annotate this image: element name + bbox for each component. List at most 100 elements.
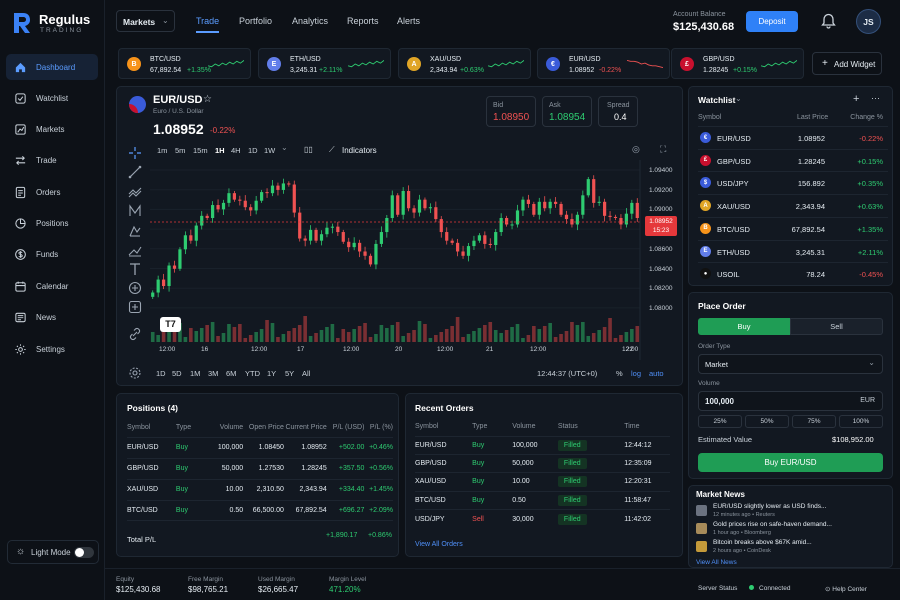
market-select[interactable]: Markets ⌄	[116, 10, 175, 32]
ask-box[interactable]: Ask 1.08954	[542, 96, 592, 127]
percent-toggle[interactable]: %	[616, 369, 623, 378]
light-mode-switch[interactable]	[74, 547, 94, 558]
timeframe-4h[interactable]: 4H	[231, 146, 241, 155]
measure-tool-icon[interactable]	[128, 243, 142, 257]
news-item[interactable]: Bitcoin breaks above $67K amid... 2 hours…	[696, 539, 886, 556]
tab-alerts[interactable]: Alerts	[397, 16, 420, 26]
table-row[interactable]: XAU/USD Buy 10.00 Filled 12:20:31	[415, 472, 670, 491]
ticker-card[interactable]: B BTC/USD 67,892.54 +1.35%	[118, 48, 251, 79]
add-annotation-icon[interactable]	[128, 281, 142, 295]
watchlist-row[interactable]: £ GBP/USD 1.28245 +0.15%	[698, 148, 888, 172]
table-row[interactable]: EUR/USD Buy 100,000 1.08450 1.08952 +502.00 +0…	[127, 437, 393, 458]
avatar[interactable]: JS	[856, 9, 881, 34]
volume-preset-button[interactable]: 25%	[698, 415, 742, 428]
view-all-orders-link[interactable]: View All Orders	[415, 541, 463, 548]
log-toggle[interactable]: log	[631, 369, 641, 378]
volume-preset-button[interactable]: 75%	[792, 415, 836, 428]
fullscreen-icon[interactable]: ⛶	[660, 144, 666, 155]
watchlist-row[interactable]: $ USD/JPY 156.892 +0.35%	[698, 171, 888, 194]
range-all[interactable]: All	[302, 369, 310, 378]
sidebar-item-settings[interactable]: Settings	[6, 336, 98, 362]
news-item[interactable]: Gold prices rise on safe-haven demand...…	[696, 521, 886, 538]
volume-input[interactable]: 100,000 EUR	[698, 391, 883, 411]
ticker-card[interactable]: A XAU/USD 2,343.94 +0.63%	[398, 48, 531, 79]
ticker-card[interactable]: E ETH/USD 3,245.31 +2.11%	[258, 48, 391, 79]
table-row[interactable]: USD/JPY Sell 30,000 Filled 11:42:02	[415, 509, 670, 528]
watchlist-row[interactable]: ● USOIL 78.24 -0.45%	[698, 262, 888, 285]
sidebar-item-news[interactable]: News	[6, 304, 98, 330]
watchlist-row[interactable]: B BTC/USD 67,892.54 +1.35%	[698, 216, 888, 240]
zoom-tool-icon[interactable]	[128, 300, 142, 314]
sidebar-item-orders[interactable]: Orders	[6, 179, 98, 205]
sidebar-item-positions[interactable]: Positions	[6, 210, 98, 236]
watchlist-row[interactable]: A XAU/USD 2,343.94 +0.63%	[698, 194, 888, 217]
timeframe-5m[interactable]: 5m	[175, 146, 185, 155]
range-ytd[interactable]: YTD	[245, 369, 260, 378]
range-3m[interactable]: 3M	[208, 369, 218, 378]
pattern-tool-icon[interactable]	[128, 204, 142, 218]
timeframe-1m[interactable]: 1m	[157, 146, 167, 155]
crosshair-tool-icon[interactable]	[128, 146, 142, 160]
tab-analytics[interactable]: Analytics	[292, 16, 328, 26]
submit-order-button[interactable]: Buy EUR/USD	[698, 453, 883, 472]
channel-tool-icon[interactable]	[128, 185, 142, 199]
volume-preset-button[interactable]: 100%	[839, 415, 883, 428]
tab-portfolio[interactable]: Portfolio	[239, 16, 272, 26]
tab-reports[interactable]: Reports	[347, 16, 379, 26]
order-type-select[interactable]: Market ⌄	[698, 354, 883, 374]
add-symbol-icon[interactable]: +	[853, 93, 859, 105]
ticker-card[interactable]: £ GBP/USD 1.28245 +0.15%	[671, 48, 804, 79]
sidebar-item-dashboard[interactable]: Dashboard	[6, 54, 98, 80]
auto-toggle[interactable]: auto	[649, 369, 664, 378]
table-row[interactable]: EUR/USD Buy 100,000 Filled 12:44:12	[415, 436, 670, 454]
news-item[interactable]: EUR/USD slightly lower as USD finds... 12…	[696, 503, 886, 520]
bell-icon[interactable]	[821, 13, 836, 29]
more-options-icon[interactable]: ···	[871, 93, 880, 103]
price-chart[interactable]	[150, 160, 678, 360]
table-row[interactable]: XAU/USD Buy 10.00 2,310.50 2,343.94 +334.40 +1…	[127, 479, 393, 500]
range-5y[interactable]: 5Y	[285, 369, 294, 378]
sidebar-item-watchlist[interactable]: Watchlist	[6, 85, 98, 111]
watchlist-row[interactable]: € EUR/USD 1.08952 -0.22%	[698, 126, 888, 149]
table-row[interactable]: BTC/USD Buy 0.50 66,500.00 67,892.54 +696.27 +…	[127, 500, 393, 521]
watchlist-row[interactable]: E ETH/USD 3,245.31 +2.11%	[698, 239, 888, 263]
sell-side-button[interactable]: Sell	[790, 318, 883, 335]
ticker-card[interactable]: € EUR/USD 1.08952 -0.22%	[537, 48, 670, 79]
timeframe-1h[interactable]: 1H	[215, 146, 225, 155]
help-center-link[interactable]: ⊙ Help Center	[825, 585, 867, 593]
candle-type-icon[interactable]: ▯▯	[304, 145, 313, 154]
sidebar-item-markets[interactable]: Markets	[6, 116, 98, 142]
chevron-down-icon[interactable]: ⌄	[735, 94, 742, 103]
sidebar-item-trade[interactable]: Trade	[6, 147, 98, 173]
range-1y[interactable]: 1Y	[267, 369, 276, 378]
star-icon[interactable]: ☆	[203, 94, 212, 105]
table-row[interactable]: GBP/USD Buy 50,000 1.27530 1.28245 +357.50 +0.…	[127, 458, 393, 479]
timeframe-1w[interactable]: 1W	[264, 146, 275, 155]
text-tool-icon[interactable]	[128, 262, 142, 276]
tab-trade[interactable]: Trade	[196, 16, 219, 26]
range-6m[interactable]: 6M	[226, 369, 236, 378]
settings-wheel-icon[interactable]	[128, 366, 142, 380]
sidebar-item-calendar[interactable]: Calendar	[6, 273, 98, 299]
fib-tool-icon[interactable]	[128, 224, 142, 238]
chevron-down-icon[interactable]: ⌄	[281, 143, 288, 152]
volume-preset-button[interactable]: 50%	[745, 415, 789, 428]
deposit-button[interactable]: Deposit	[746, 11, 798, 32]
add-widget-button[interactable]: + Add Widget	[812, 52, 882, 75]
timeframe-1d[interactable]: 1D	[248, 146, 258, 155]
screenshot-icon[interactable]: ◎	[632, 144, 640, 155]
bid-box[interactable]: Bid 1.08950	[486, 96, 536, 127]
table-row[interactable]: GBP/USD Buy 50,000 Filled 12:35:09	[415, 454, 670, 472]
trendline-tool-icon[interactable]	[128, 165, 142, 179]
view-all-news-link[interactable]: View All News	[696, 559, 737, 566]
sidebar-item-funds[interactable]: Funds	[6, 241, 98, 267]
range-1d[interactable]: 1D	[156, 369, 166, 378]
buy-side-button[interactable]: Buy	[698, 318, 790, 335]
indicators-button[interactable]: Indicators	[342, 146, 377, 155]
table-row[interactable]: BTC/USD Buy 0.50 Filled 11:58:47	[415, 491, 670, 509]
range-5d[interactable]: 5D	[172, 369, 182, 378]
timeframe-15m[interactable]: 15m	[193, 146, 208, 155]
brand-logo[interactable]: Regulus TRADING	[12, 12, 102, 36]
link-tool-icon[interactable]	[128, 327, 142, 341]
range-1m[interactable]: 1M	[190, 369, 200, 378]
